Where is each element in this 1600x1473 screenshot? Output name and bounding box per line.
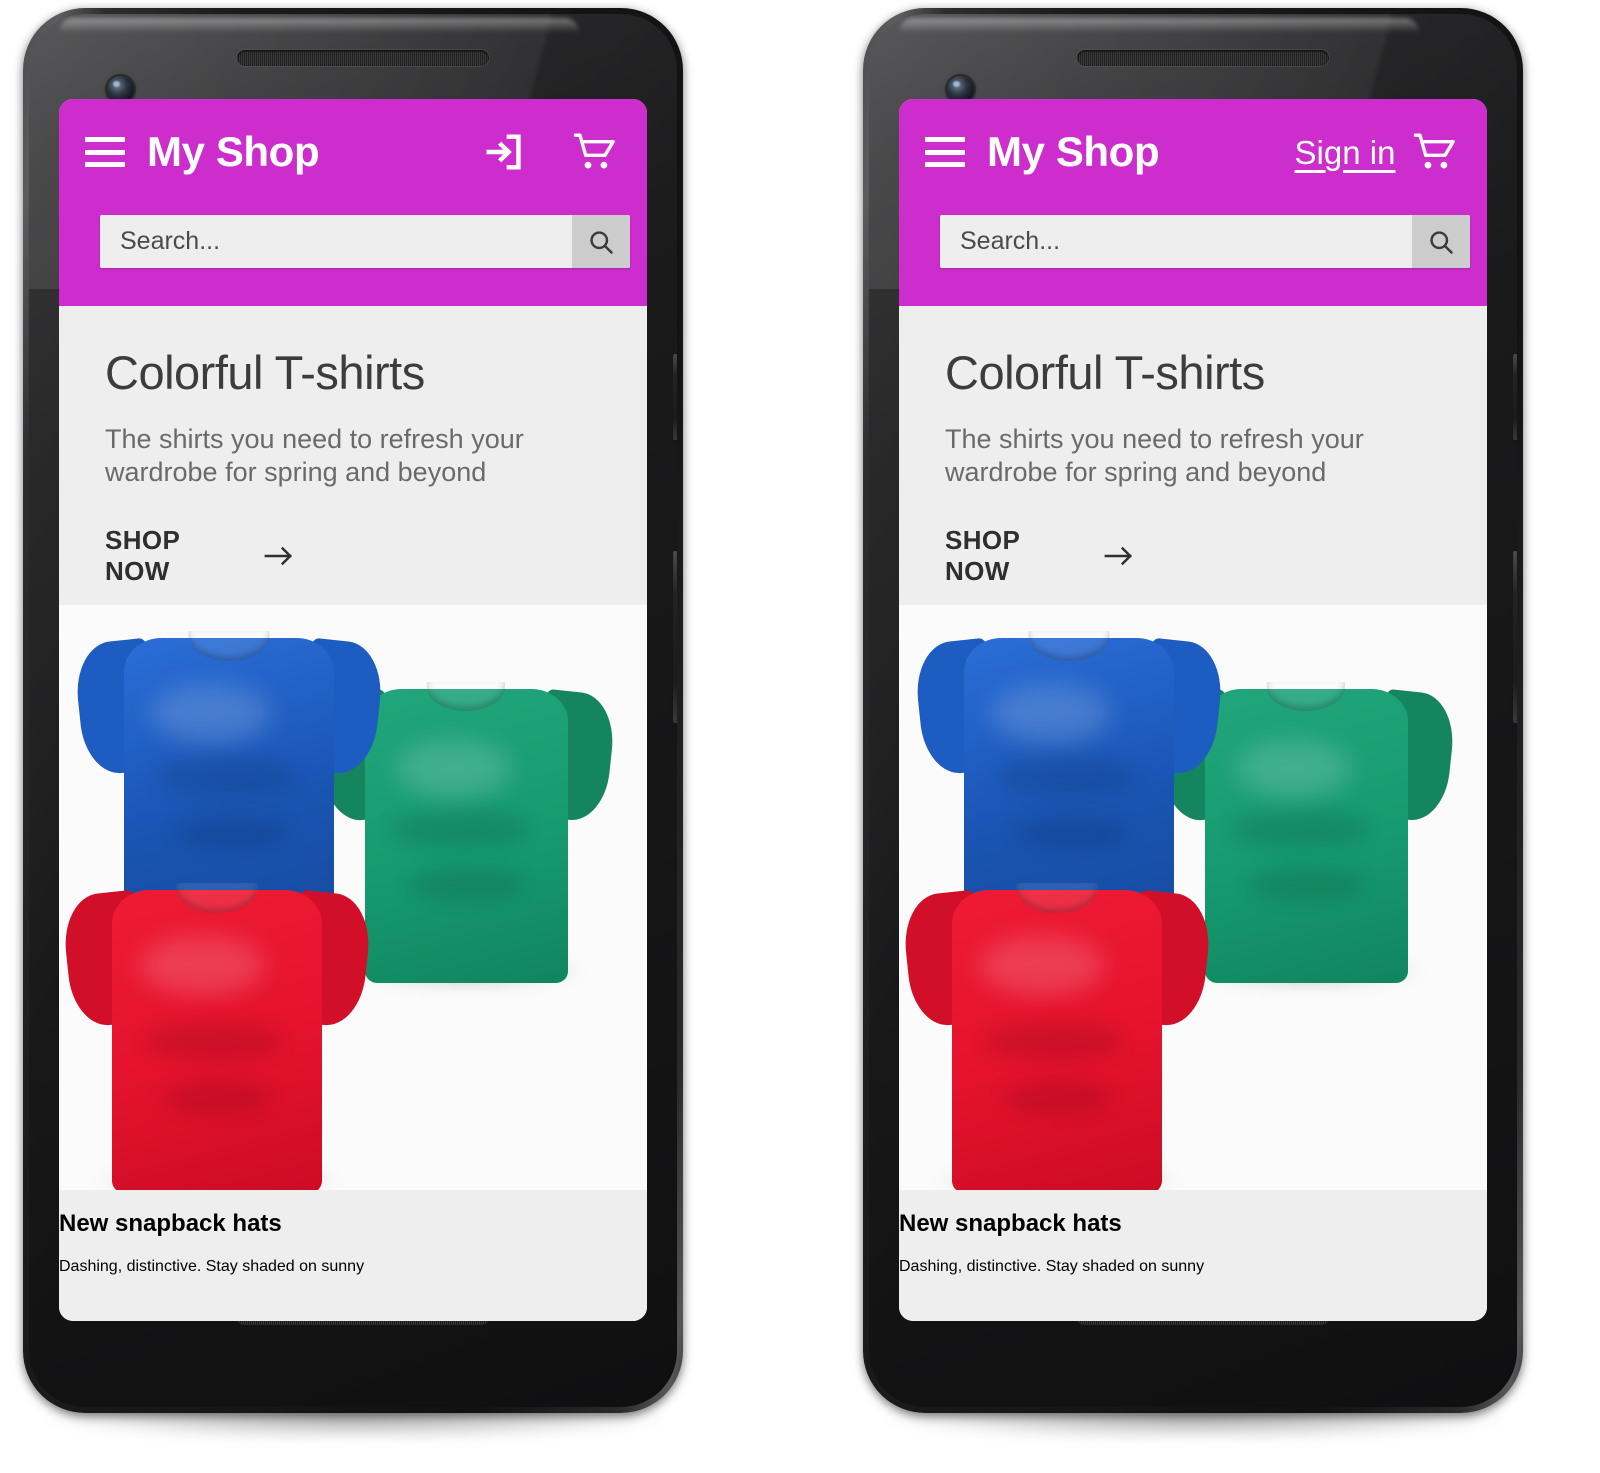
hero-subtitle: The shirts you need to refresh your ward… [105,424,524,488]
cart-button[interactable] [563,124,625,180]
second-card-subtitle: Dashing, distinctive. Stay shaded on sun… [899,1258,1205,1276]
phone-screen: My Shop Search... Colorful T-shirts The … [59,99,647,1321]
page-content: Colorful T-shirts The shirts you need to… [59,306,647,1321]
hero-card: Colorful T-shirts The shirts you need to… [899,306,1487,1191]
search-icon [590,230,613,254]
shop-now-label: SHOP NOW [945,525,1020,587]
arrow-right-icon [264,546,293,566]
phone-mockup-text-variant: My Shop Sign in Search... Colorful T-shi… [845,8,1545,1458]
tshirt-red [60,863,374,1191]
hero-product-image [59,605,647,1191]
app-title: My Shop [987,128,1160,175]
second-card-title: New snapback hats [59,1210,282,1238]
app-bar: My Shop Sign in [899,99,1487,306]
page-content: Colorful T-shirts The shirts you need to… [899,306,1487,1321]
app-bar: My Shop [59,99,647,306]
login-button[interactable] [457,120,553,184]
hamburger-menu-icon[interactable] [925,137,965,167]
volume-button[interactable] [673,551,677,723]
bezel-edge-highlight [899,18,1419,32]
app-bar-row: My Shop [59,99,647,205]
comparison-stage: My Shop Search... Colorful T-shirts The … [0,0,1600,1473]
hero-title: Colorful T-shirts [945,346,1265,399]
shop-now-label: SHOP NOW [105,525,180,587]
shopping-cart-icon [573,133,615,169]
app-bar-row: My Shop Sign in [899,99,1487,205]
cart-button[interactable] [1403,124,1465,180]
device-body: My Shop Search... Colorful T-shirts The … [29,14,677,1407]
sign-in-link-container[interactable]: Sign in [1295,120,1396,184]
phone-mockup-icon-variant: My Shop Search... Colorful T-shirts The … [5,8,705,1458]
hero-card: Colorful T-shirts The shirts you need to… [59,306,647,1191]
earpiece-speaker-grille [1077,50,1329,66]
login-arrow-into-bracket-icon [486,134,521,170]
shop-now-button[interactable]: SHOP NOW [945,525,1135,587]
hero-product-image [899,605,1487,1191]
power-button[interactable] [673,354,677,440]
app-title: My Shop [147,128,320,175]
hamburger-menu-icon[interactable] [85,137,125,167]
search-icon [1430,230,1453,254]
second-card-subtitle: Dashing, distinctive. Stay shaded on sun… [59,1258,365,1276]
sign-in-link[interactable]: Sign in [1295,136,1396,169]
second-card-title: New snapback hats [899,1210,1122,1238]
search-submit-button[interactable] [1412,215,1470,268]
shop-now-button[interactable]: SHOP NOW [105,525,295,587]
hero-title: Colorful T-shirts [105,346,425,399]
phone-screen: My Shop Sign in Search... Colorful T-shi… [899,99,1487,1321]
search-bar[interactable] [100,215,630,268]
tshirt-red [900,863,1214,1191]
power-button[interactable] [1513,354,1517,440]
earpiece-speaker-grille [237,50,489,66]
bezel-edge-highlight [59,18,579,32]
volume-button[interactable] [1513,551,1517,723]
second-card: New snapback hats Dashing, distinctive. … [899,1210,1487,1276]
search-submit-button[interactable] [572,215,630,268]
search-bar[interactable] [940,215,1470,268]
search-input[interactable] [100,215,572,268]
device-body: My Shop Sign in Search... Colorful T-shi… [869,14,1517,1407]
second-card: New snapback hats Dashing, distinctive. … [59,1210,647,1276]
shopping-cart-icon [1413,133,1455,169]
arrow-right-icon [1104,546,1133,566]
hero-subtitle: The shirts you need to refresh your ward… [945,424,1364,488]
search-input[interactable] [940,215,1412,268]
